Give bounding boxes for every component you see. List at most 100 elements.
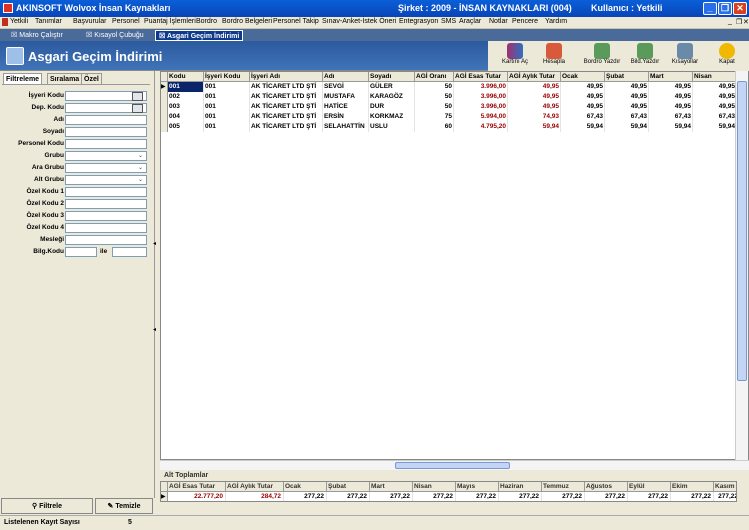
table-cell[interactable]: 67,43 (605, 112, 649, 122)
chevron-down-icon[interactable]: ⌄ (136, 152, 145, 160)
column-header[interactable]: Soyadı (369, 72, 415, 82)
open-card-button[interactable]: Kartını Aç (498, 41, 532, 71)
menu-item-sinav[interactable]: Sınav-Anket-İstek Öneri (322, 18, 396, 25)
table-cell[interactable]: 50 (415, 102, 454, 112)
row-indicator[interactable]: ▶ (161, 82, 168, 92)
menu-item-tanimlar[interactable]: Tanımlar (35, 18, 62, 25)
table-cell[interactable]: SEVGİ (323, 82, 369, 92)
chevron-down-icon[interactable]: ⌄ (136, 176, 145, 184)
menu-item-basvurular[interactable]: Başvurular (73, 18, 106, 25)
table-cell[interactable]: 49,95 (693, 82, 737, 92)
table-cell[interactable]: AK TİCARET LTD ŞTİ (250, 112, 323, 122)
table-cell[interactable]: 001 (168, 82, 204, 92)
tab-siralama[interactable]: Sıralama (47, 73, 83, 84)
filter-input-bilg-kodu-from[interactable] (65, 247, 97, 257)
filter-input-ozel1[interactable] (65, 187, 147, 197)
table-cell[interactable]: 67,43 (693, 112, 737, 122)
column-header[interactable]: Nisan (693, 72, 737, 82)
table-cell[interactable]: 3.996,00 (454, 102, 508, 112)
grid-vertical-scrollbar[interactable] (735, 71, 748, 466)
shortcuts-button[interactable]: Kısayollar (668, 41, 702, 71)
table-cell[interactable]: AK TİCARET LTD ŞTİ (250, 92, 323, 102)
table-cell[interactable]: 5.994,00 (454, 112, 508, 122)
table-cell[interactable]: SELAHATTİN (323, 122, 369, 132)
table-cell[interactable]: 49,95 (561, 102, 605, 112)
maximize-icon[interactable]: ❐ (718, 2, 732, 15)
table-cell[interactable]: 59,94 (649, 122, 693, 132)
table-cell[interactable]: 60 (415, 122, 454, 132)
table-cell[interactable]: 49,95 (693, 102, 737, 112)
menu-item-sms[interactable]: SMS (441, 18, 456, 25)
print-declaration-button[interactable]: Bild.Yazdır (626, 41, 664, 71)
table-cell[interactable]: 001 (204, 102, 250, 112)
table-cell[interactable]: 4.795,20 (454, 122, 508, 132)
table-cell[interactable]: 49,95 (561, 92, 605, 102)
table-cell[interactable]: 005 (168, 122, 204, 132)
filter-input-ozel3[interactable] (65, 211, 147, 221)
table-cell[interactable]: 67,43 (649, 112, 693, 122)
row-indicator[interactable] (161, 92, 168, 102)
table-cell[interactable]: ERSİN (323, 112, 369, 122)
filter-input-bilg-kodu-to[interactable] (112, 247, 147, 257)
column-header[interactable]: Kodu (168, 72, 204, 82)
tab-kisayol[interactable]: ☒ Kısayol Çubuğu (83, 30, 147, 41)
close-icon[interactable]: ✕ (733, 2, 747, 15)
row-indicator[interactable] (161, 112, 168, 122)
table-cell[interactable]: 49,95 (605, 102, 649, 112)
menu-item-personel[interactable]: Personel (112, 18, 140, 25)
table-cell[interactable]: 49,95 (508, 102, 561, 112)
table-cell[interactable]: 50 (415, 92, 454, 102)
lookup-icon[interactable] (132, 104, 143, 113)
tab-makro[interactable]: ☒ Makro Çalıştır (8, 30, 66, 41)
table-cell[interactable]: KORKMAZ (369, 112, 415, 122)
horizontal-scroll-thumb[interactable] (395, 462, 510, 469)
column-header[interactable]: AGİ Aylık Tutar (508, 72, 561, 82)
table-cell[interactable]: 50 (415, 82, 454, 92)
filter-input-dep[interactable] (65, 103, 147, 113)
table-cell[interactable]: KARAGÖZ (369, 92, 415, 102)
filter-input-isyeri[interactable] (65, 91, 147, 101)
column-header[interactable]: Ocak (561, 72, 605, 82)
row-indicator[interactable] (161, 102, 168, 112)
mdi-close-icon[interactable]: ✕ (743, 18, 749, 26)
mdi-minimize-icon[interactable]: _ (728, 18, 732, 25)
table-cell[interactable]: 001 (204, 92, 250, 102)
menu-item-entegrasyon[interactable]: Entegrasyon (399, 18, 438, 25)
table-cell[interactable]: 49,95 (605, 82, 649, 92)
table-cell[interactable]: AK TİCARET LTD ŞTİ (250, 122, 323, 132)
column-header[interactable]: AGİ Oranı (415, 72, 454, 82)
table-cell[interactable]: 59,94 (561, 122, 605, 132)
filter-input-meslegi[interactable] (65, 235, 147, 245)
tab-asgari[interactable]: ☒ Asgari Geçim İndirimi (155, 30, 244, 41)
table-cell[interactable]: 75 (415, 112, 454, 122)
table-cell[interactable]: 59,94 (508, 122, 561, 132)
column-header[interactable]: Adı (323, 72, 369, 82)
menu-item-personel-takip[interactable]: Personel Takip (273, 18, 319, 25)
menu-item-yardim[interactable]: Yardım (545, 18, 567, 25)
table-cell[interactable]: USLU (369, 122, 415, 132)
filter-input-ozel2[interactable] (65, 199, 147, 209)
table-cell[interactable]: 49,95 (693, 92, 737, 102)
table-cell[interactable]: 002 (168, 92, 204, 102)
chevron-down-icon[interactable]: ⌄ (136, 164, 145, 172)
tab-ozel[interactable]: Özel (81, 73, 102, 84)
table-cell[interactable]: GÜLER (369, 82, 415, 92)
table-cell[interactable]: 49,95 (508, 92, 561, 102)
menu-item-bordro[interactable]: Bordro (196, 18, 217, 25)
menu-item-pencere[interactable]: Pencere (512, 18, 538, 25)
grid-horizontal-scrollbar[interactable] (160, 460, 749, 470)
panel-splitter[interactable]: ◂ ◂ (152, 230, 156, 350)
column-header[interactable]: İşyeri Kodu (204, 72, 250, 82)
filter-input-adi[interactable] (65, 115, 147, 125)
filter-input-personel-kodu[interactable] (65, 139, 147, 149)
menu-item-araclar[interactable]: Araçlar (459, 18, 481, 25)
minimize-icon[interactable]: _ (703, 2, 717, 15)
table-cell[interactable]: 49,95 (649, 92, 693, 102)
clear-button[interactable]: ✎ Temizle (95, 498, 153, 514)
table-cell[interactable]: 001 (204, 82, 250, 92)
vertical-scroll-thumb[interactable] (737, 81, 747, 381)
table-cell[interactable]: 49,95 (605, 92, 649, 102)
filter-select-ara-grubu[interactable]: ⌄ (65, 163, 147, 173)
column-header[interactable]: AGİ Esas Tutar (454, 72, 508, 82)
table-cell[interactable]: DUR (369, 102, 415, 112)
